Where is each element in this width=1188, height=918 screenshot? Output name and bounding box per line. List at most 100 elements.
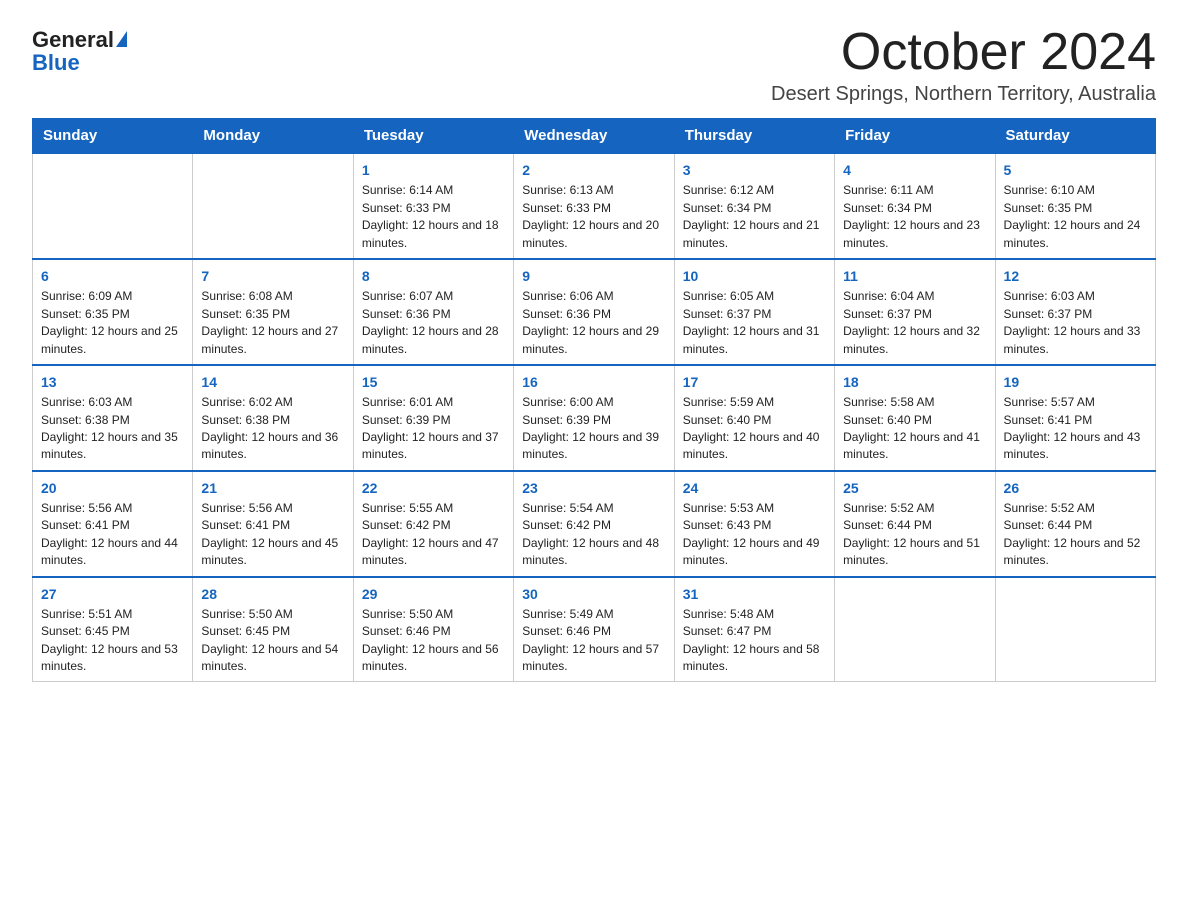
weekday-saturday: Saturday bbox=[995, 119, 1155, 154]
week-row-5: 27Sunrise: 5:51 AMSunset: 6:45 PMDayligh… bbox=[33, 577, 1156, 682]
day-info: Daylight: 12 hours and 58 minutes. bbox=[683, 641, 826, 676]
day-cell: 15Sunrise: 6:01 AMSunset: 6:39 PMDayligh… bbox=[353, 365, 513, 471]
day-info: Sunset: 6:45 PM bbox=[41, 623, 184, 640]
day-cell: 28Sunrise: 5:50 AMSunset: 6:45 PMDayligh… bbox=[193, 577, 353, 682]
day-number: 2 bbox=[522, 160, 665, 180]
day-info: Sunrise: 6:05 AM bbox=[683, 288, 826, 305]
day-info: Daylight: 12 hours and 52 minutes. bbox=[1004, 535, 1147, 570]
day-number: 9 bbox=[522, 266, 665, 286]
day-info: Sunrise: 6:03 AM bbox=[41, 394, 184, 411]
day-cell bbox=[835, 577, 995, 682]
day-info: Daylight: 12 hours and 27 minutes. bbox=[201, 323, 344, 358]
day-number: 26 bbox=[1004, 478, 1147, 498]
day-info: Daylight: 12 hours and 24 minutes. bbox=[1004, 217, 1147, 252]
day-info: Sunset: 6:35 PM bbox=[201, 306, 344, 323]
weekday-friday: Friday bbox=[835, 119, 995, 154]
day-number: 3 bbox=[683, 160, 826, 180]
day-number: 15 bbox=[362, 372, 505, 392]
day-info: Daylight: 12 hours and 18 minutes. bbox=[362, 217, 505, 252]
day-info: Sunrise: 5:51 AM bbox=[41, 606, 184, 623]
day-info: Daylight: 12 hours and 51 minutes. bbox=[843, 535, 986, 570]
day-info: Daylight: 12 hours and 49 minutes. bbox=[683, 535, 826, 570]
day-number: 30 bbox=[522, 584, 665, 604]
week-row-1: 1Sunrise: 6:14 AMSunset: 6:33 PMDaylight… bbox=[33, 153, 1156, 259]
page-header: General Blue October 2024 Desert Springs… bbox=[32, 24, 1156, 106]
day-number: 11 bbox=[843, 266, 986, 286]
day-info: Sunset: 6:38 PM bbox=[41, 412, 184, 429]
day-info: Daylight: 12 hours and 47 minutes. bbox=[362, 535, 505, 570]
day-number: 4 bbox=[843, 160, 986, 180]
day-info: Sunrise: 6:03 AM bbox=[1004, 288, 1147, 305]
day-number: 10 bbox=[683, 266, 826, 286]
day-info: Sunset: 6:40 PM bbox=[683, 412, 826, 429]
weekday-wednesday: Wednesday bbox=[514, 119, 674, 154]
day-info: Daylight: 12 hours and 57 minutes. bbox=[522, 641, 665, 676]
day-info: Sunset: 6:37 PM bbox=[843, 306, 986, 323]
day-info: Daylight: 12 hours and 37 minutes. bbox=[362, 429, 505, 464]
day-info: Sunset: 6:46 PM bbox=[362, 623, 505, 640]
day-info: Sunrise: 6:12 AM bbox=[683, 182, 826, 199]
day-number: 12 bbox=[1004, 266, 1147, 286]
day-info: Sunrise: 6:09 AM bbox=[41, 288, 184, 305]
day-cell: 10Sunrise: 6:05 AMSunset: 6:37 PMDayligh… bbox=[674, 259, 834, 365]
day-number: 22 bbox=[362, 478, 505, 498]
day-cell: 13Sunrise: 6:03 AMSunset: 6:38 PMDayligh… bbox=[33, 365, 193, 471]
day-info: Daylight: 12 hours and 21 minutes. bbox=[683, 217, 826, 252]
day-info: Sunrise: 6:04 AM bbox=[843, 288, 986, 305]
weekday-thursday: Thursday bbox=[674, 119, 834, 154]
location-title: Desert Springs, Northern Territory, Aust… bbox=[771, 83, 1156, 106]
day-info: Daylight: 12 hours and 40 minutes. bbox=[683, 429, 826, 464]
day-info: Sunrise: 6:14 AM bbox=[362, 182, 505, 199]
day-info: Sunset: 6:46 PM bbox=[522, 623, 665, 640]
day-info: Sunset: 6:36 PM bbox=[522, 306, 665, 323]
day-cell: 14Sunrise: 6:02 AMSunset: 6:38 PMDayligh… bbox=[193, 365, 353, 471]
weekday-tuesday: Tuesday bbox=[353, 119, 513, 154]
day-info: Sunset: 6:42 PM bbox=[522, 517, 665, 534]
day-info: Sunset: 6:47 PM bbox=[683, 623, 826, 640]
day-number: 8 bbox=[362, 266, 505, 286]
day-number: 29 bbox=[362, 584, 505, 604]
day-info: Daylight: 12 hours and 39 minutes. bbox=[522, 429, 665, 464]
day-cell: 16Sunrise: 6:00 AMSunset: 6:39 PMDayligh… bbox=[514, 365, 674, 471]
week-row-4: 20Sunrise: 5:56 AMSunset: 6:41 PMDayligh… bbox=[33, 471, 1156, 577]
day-info: Daylight: 12 hours and 33 minutes. bbox=[1004, 323, 1147, 358]
day-cell: 24Sunrise: 5:53 AMSunset: 6:43 PMDayligh… bbox=[674, 471, 834, 577]
day-info: Sunset: 6:36 PM bbox=[362, 306, 505, 323]
day-info: Daylight: 12 hours and 45 minutes. bbox=[201, 535, 344, 570]
day-info: Sunset: 6:38 PM bbox=[201, 412, 344, 429]
day-cell: 21Sunrise: 5:56 AMSunset: 6:41 PMDayligh… bbox=[193, 471, 353, 577]
day-number: 7 bbox=[201, 266, 344, 286]
day-cell: 26Sunrise: 5:52 AMSunset: 6:44 PMDayligh… bbox=[995, 471, 1155, 577]
day-cell: 30Sunrise: 5:49 AMSunset: 6:46 PMDayligh… bbox=[514, 577, 674, 682]
day-info: Daylight: 12 hours and 53 minutes. bbox=[41, 641, 184, 676]
day-cell: 11 Sunrise: 6:04 AMSunset: 6:37 PMDayligh… bbox=[835, 259, 995, 365]
day-info: Daylight: 12 hours and 25 minutes. bbox=[41, 323, 184, 358]
day-info: Sunrise: 5:56 AM bbox=[41, 500, 184, 517]
day-info: Sunrise: 5:55 AM bbox=[362, 500, 505, 517]
day-cell: 8Sunrise: 6:07 AMSunset: 6:36 PMDaylight… bbox=[353, 259, 513, 365]
day-cell: 29Sunrise: 5:50 AMSunset: 6:46 PMDayligh… bbox=[353, 577, 513, 682]
day-cell: 23Sunrise: 5:54 AMSunset: 6:42 PMDayligh… bbox=[514, 471, 674, 577]
day-info: Sunset: 6:44 PM bbox=[1004, 517, 1147, 534]
day-info: Daylight: 12 hours and 32 minutes. bbox=[843, 323, 986, 358]
day-number: 1 bbox=[362, 160, 505, 180]
day-cell: 27Sunrise: 5:51 AMSunset: 6:45 PMDayligh… bbox=[33, 577, 193, 682]
day-info: Sunrise: 5:52 AM bbox=[843, 500, 986, 517]
day-info: Sunrise: 6:06 AM bbox=[522, 288, 665, 305]
day-info: Sunrise: 5:59 AM bbox=[683, 394, 826, 411]
month-title: October 2024 bbox=[771, 24, 1156, 81]
day-info: Sunset: 6:33 PM bbox=[362, 200, 505, 217]
day-info: Sunset: 6:44 PM bbox=[843, 517, 986, 534]
day-info: Daylight: 12 hours and 56 minutes. bbox=[362, 641, 505, 676]
day-info: Daylight: 12 hours and 29 minutes. bbox=[522, 323, 665, 358]
day-info: Sunrise: 5:56 AM bbox=[201, 500, 344, 517]
day-cell bbox=[33, 153, 193, 259]
day-cell: 4Sunrise: 6:11 AMSunset: 6:34 PMDaylight… bbox=[835, 153, 995, 259]
day-cell: 12Sunrise: 6:03 AMSunset: 6:37 PMDayligh… bbox=[995, 259, 1155, 365]
day-cell: 31Sunrise: 5:48 AMSunset: 6:47 PMDayligh… bbox=[674, 577, 834, 682]
day-info: Sunset: 6:33 PM bbox=[522, 200, 665, 217]
day-info: Sunset: 6:41 PM bbox=[201, 517, 344, 534]
day-cell: 19Sunrise: 5:57 AMSunset: 6:41 PMDayligh… bbox=[995, 365, 1155, 471]
day-cell: 17Sunrise: 5:59 AMSunset: 6:40 PMDayligh… bbox=[674, 365, 834, 471]
day-info: Sunset: 6:39 PM bbox=[522, 412, 665, 429]
